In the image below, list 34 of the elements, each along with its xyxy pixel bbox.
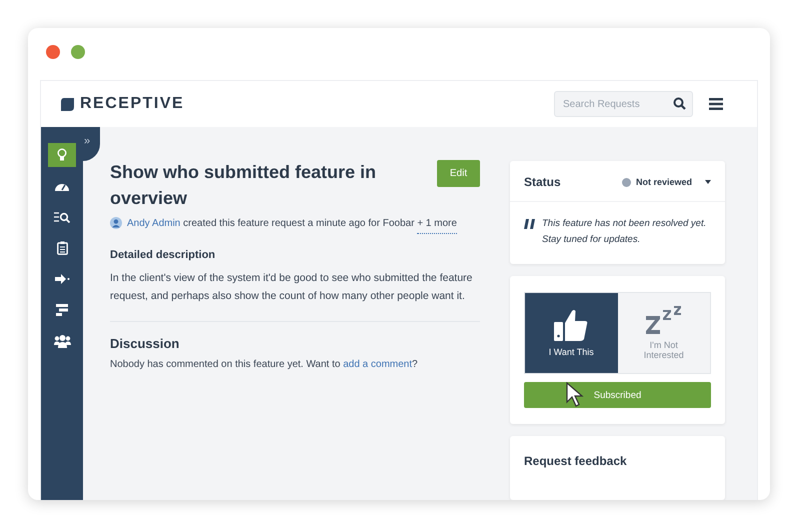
want-this-button[interactable]: I Want This [525, 293, 618, 373]
search-field[interactable]: Search Requests [554, 91, 693, 117]
description-text: In the client's view of the system it'd be good to see who submitted the feature request, and perhaps also show the count of how many other people want it. [110, 271, 474, 304]
edit-button[interactable]: Edit [437, 160, 480, 187]
more-link[interactable]: + 1 more [417, 218, 457, 234]
subscribed-button[interactable]: Subscribed [524, 382, 711, 408]
author-link[interactable]: Andy Admin [127, 218, 180, 228]
avatar-icon [110, 217, 122, 229]
status-heading: Status [524, 175, 561, 189]
status-dropdown[interactable]: Not reviewed [622, 177, 711, 187]
sleep-icon [646, 306, 682, 334]
status-message: This feature has not been resolved yet. Stay tuned for updates. [542, 217, 708, 247]
search-list-icon [54, 212, 70, 222]
logo-text: RECEPTIVE [80, 95, 184, 113]
tasks-icon [56, 304, 68, 316]
discussion-text: Nobody has commented on this feature yet. Want to add a comment? [110, 359, 419, 370]
search-icon [673, 97, 686, 110]
sidebar-expand-tab[interactable]: » [83, 127, 100, 161]
close-button[interactable] [46, 45, 60, 59]
add-comment-link[interactable]: add a comment [343, 359, 412, 370]
feedback-heading: Request feedback [524, 454, 627, 468]
menu-icon[interactable] [709, 98, 723, 110]
description-heading: Detailed description [110, 249, 216, 261]
discussion-heading: Discussion [110, 336, 180, 351]
not-interested-button[interactable]: I'm Not Interested [618, 293, 710, 373]
feature-title: Show who submitted feature in overview [110, 161, 378, 210]
maximize-button[interactable] [71, 45, 85, 59]
clipboard-icon [56, 241, 68, 255]
thumbs-up-icon [554, 309, 588, 341]
users-icon [54, 334, 70, 348]
leaf-logo-icon [61, 98, 74, 110]
quote-icon [524, 219, 536, 229]
arrow-icon [54, 274, 70, 284]
lightbulb-icon [57, 148, 67, 162]
